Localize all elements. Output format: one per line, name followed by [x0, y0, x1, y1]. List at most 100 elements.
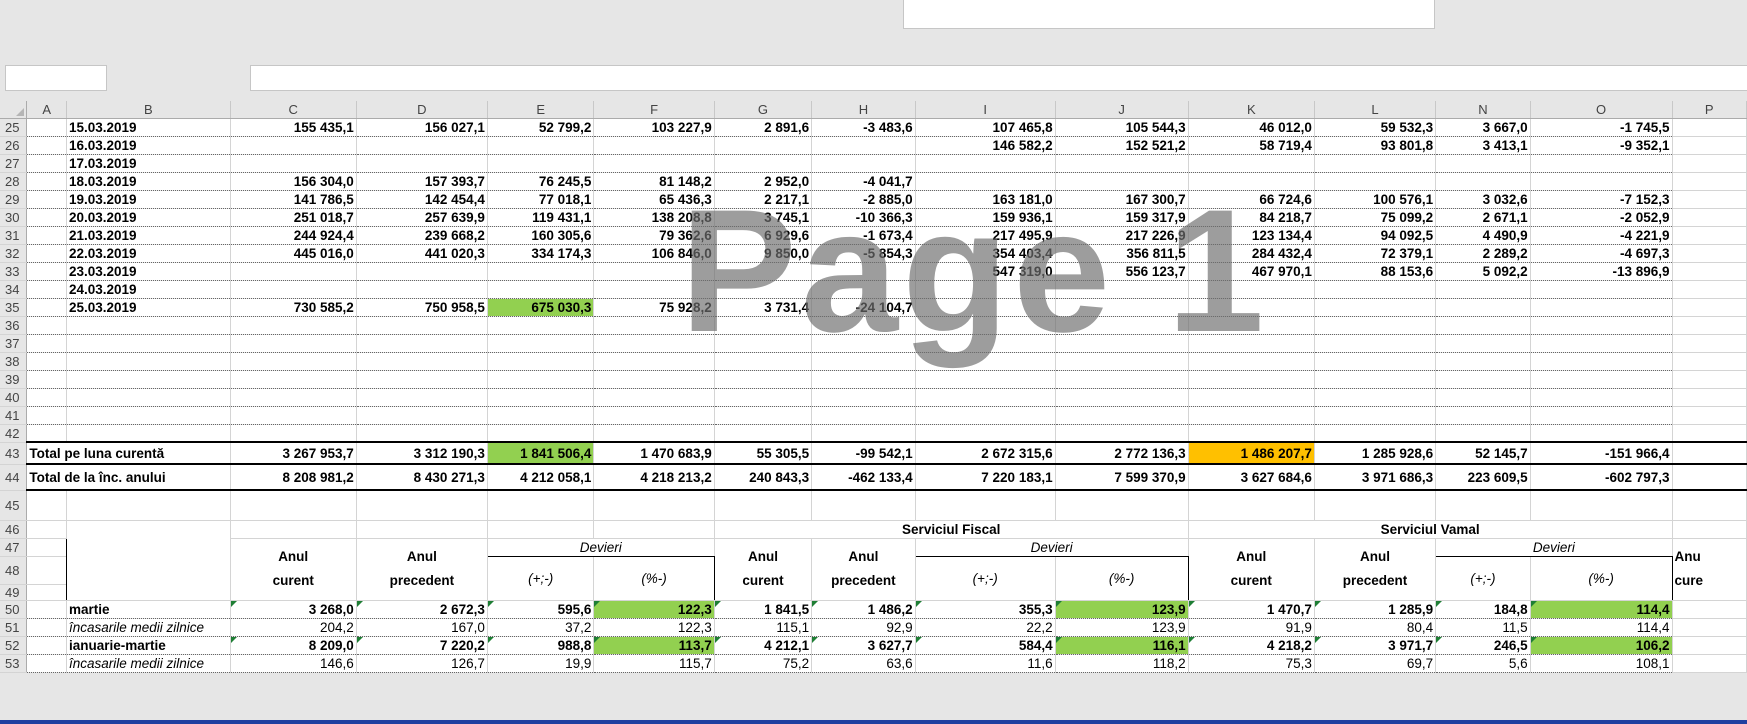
summary-value-cell[interactable]: 122,3: [593, 618, 715, 637]
cell[interactable]: [1671, 154, 1747, 173]
column-header-l[interactable]: L: [1314, 101, 1437, 119]
cell[interactable]: [1671, 370, 1747, 389]
row-header[interactable]: 49: [0, 584, 28, 601]
anul-curent-header[interactable]: Anul curent: [713, 538, 813, 601]
cell[interactable]: [1055, 424, 1189, 443]
cell[interactable]: [1671, 519, 1747, 539]
cell[interactable]: [811, 334, 916, 353]
cell[interactable]: [1435, 316, 1531, 335]
cell[interactable]: [1435, 370, 1531, 389]
value-cell[interactable]: 2 671,1: [1435, 208, 1531, 227]
cell[interactable]: [811, 370, 916, 389]
row-header[interactable]: 37: [0, 334, 28, 353]
column-header-n[interactable]: N: [1435, 101, 1531, 119]
value-cell[interactable]: [356, 154, 488, 173]
value-cell[interactable]: 88 153,6: [1314, 262, 1437, 281]
summary-value-cell[interactable]: 246,5: [1435, 636, 1531, 655]
summary-value-cell[interactable]: 7 220,2: [356, 636, 488, 655]
value-cell[interactable]: 59 532,3: [1314, 118, 1437, 137]
total-value-cell[interactable]: 1 841 506,4: [487, 441, 595, 465]
summary-value-cell[interactable]: 22,2: [914, 618, 1056, 637]
total-value-cell[interactable]: -462 133,4: [811, 463, 916, 491]
summary-value-cell[interactable]: 69,7: [1314, 654, 1437, 673]
cell[interactable]: [1671, 226, 1747, 245]
cell[interactable]: [1671, 600, 1747, 619]
summary-value-cell[interactable]: 4 212,1: [713, 636, 813, 655]
cell[interactable]: [1671, 208, 1747, 227]
summary-value-cell[interactable]: 123,9: [1055, 618, 1189, 637]
value-cell[interactable]: 75 928,2: [593, 298, 715, 317]
summary-value-cell[interactable]: 146,6: [229, 654, 357, 673]
row-header[interactable]: 25: [0, 118, 28, 137]
row-header[interactable]: 28: [0, 172, 28, 191]
date-cell[interactable]: 23.03.2019: [66, 262, 231, 281]
cell[interactable]: [1435, 406, 1531, 425]
value-cell[interactable]: [1435, 172, 1531, 191]
value-cell[interactable]: 46 012,0: [1187, 118, 1315, 137]
value-cell[interactable]: 103 227,9: [593, 118, 715, 137]
cell[interactable]: [1187, 334, 1315, 353]
value-cell[interactable]: 750 958,5: [356, 298, 488, 317]
value-cell[interactable]: [1314, 154, 1437, 173]
total-value-cell[interactable]: 3 267 953,7: [229, 441, 357, 465]
value-cell[interactable]: [714, 136, 813, 155]
summary-value-cell[interactable]: 106,2: [1530, 636, 1673, 655]
value-cell[interactable]: [1055, 154, 1189, 173]
value-cell[interactable]: 257 639,9: [356, 208, 488, 227]
cell[interactable]: [66, 334, 231, 353]
cell[interactable]: [26, 190, 67, 209]
anul-curent-header[interactable]: Anul curent: [1187, 538, 1315, 601]
summary-value-cell[interactable]: 11,6: [914, 654, 1056, 673]
cell[interactable]: [66, 316, 231, 335]
row-header[interactable]: 41: [0, 406, 28, 425]
cell[interactable]: [1530, 334, 1673, 353]
cell[interactable]: [1671, 190, 1747, 209]
cell[interactable]: [26, 618, 67, 637]
value-cell[interactable]: 2 952,0: [714, 172, 813, 191]
name-box[interactable]: [5, 65, 107, 91]
summary-value-cell[interactable]: 1 486,2: [811, 600, 916, 619]
date-cell[interactable]: 24.03.2019: [66, 280, 231, 299]
summary-value-cell[interactable]: 184,8: [1435, 600, 1531, 619]
cell[interactable]: [487, 316, 595, 335]
total-value-cell[interactable]: 1 486 207,7: [1187, 441, 1315, 465]
row-header[interactable]: 45: [0, 490, 28, 521]
cell[interactable]: [356, 388, 488, 407]
column-header-k[interactable]: K: [1188, 101, 1315, 119]
cell[interactable]: [714, 352, 813, 371]
value-cell[interactable]: [1314, 280, 1437, 299]
serviciul-vamal-header[interactable]: Serviciul Vamal: [1187, 519, 1673, 539]
cell[interactable]: [714, 334, 813, 353]
value-cell[interactable]: [1314, 172, 1437, 191]
value-cell[interactable]: [593, 280, 715, 299]
value-cell[interactable]: [1530, 280, 1673, 299]
row-header[interactable]: 35: [0, 298, 28, 317]
value-cell[interactable]: 93 801,8: [1314, 136, 1437, 155]
value-cell[interactable]: 160 305,6: [487, 226, 595, 245]
cell[interactable]: [1435, 490, 1531, 521]
cell[interactable]: [1530, 316, 1673, 335]
value-cell[interactable]: 119 431,1: [487, 208, 595, 227]
cell[interactable]: [26, 172, 67, 191]
cell[interactable]: [1435, 334, 1531, 353]
total-value-cell[interactable]: 2 772 136,3: [1055, 441, 1189, 465]
cell[interactable]: [915, 490, 1056, 521]
value-cell[interactable]: [1314, 298, 1437, 317]
summary-value-cell[interactable]: 113,7: [593, 636, 715, 655]
cell[interactable]: [26, 262, 67, 281]
value-cell[interactable]: 163 181,0: [914, 190, 1056, 209]
cell[interactable]: [229, 424, 357, 443]
cell[interactable]: [229, 352, 357, 371]
cell[interactable]: [1671, 136, 1747, 155]
total-value-cell[interactable]: 3 627 684,6: [1187, 463, 1315, 491]
value-cell[interactable]: [229, 280, 357, 299]
cell[interactable]: [26, 244, 67, 263]
value-cell[interactable]: 3 731,4: [714, 298, 813, 317]
summary-label[interactable]: încasarile medii zilnice: [65, 654, 231, 673]
summary-label[interactable]: martie: [65, 600, 231, 619]
cell[interactable]: [487, 406, 595, 425]
cell[interactable]: [1530, 388, 1673, 407]
value-cell[interactable]: 152 521,2: [1055, 136, 1189, 155]
row-header[interactable]: 27: [0, 154, 28, 173]
summary-value-cell[interactable]: 2 672,3: [356, 600, 488, 619]
